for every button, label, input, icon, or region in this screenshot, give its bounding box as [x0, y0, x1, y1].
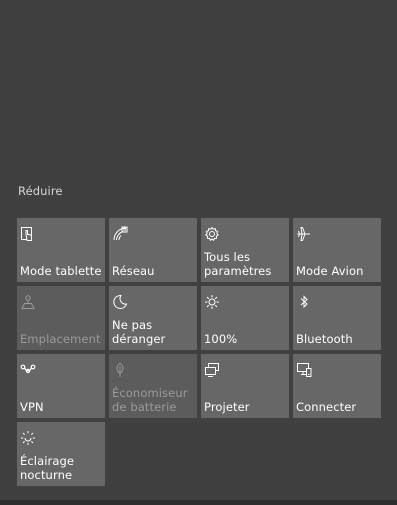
- tile-do-not-disturb[interactable]: Ne pas déranger: [109, 286, 197, 350]
- quick-actions-grid: Mode tablette Réseau Tous les paramètres…: [17, 218, 381, 486]
- brightness-icon: [204, 294, 220, 310]
- tile-connect[interactable]: Connecter: [293, 354, 381, 418]
- airplane-icon: [296, 226, 312, 242]
- tile-label: Réseau: [112, 264, 155, 278]
- tile-label: Tous les paramètres: [204, 250, 272, 278]
- tile-label: Éclairage nocturne: [20, 454, 75, 482]
- network-icon: [112, 226, 128, 242]
- tile-label: Projeter: [204, 400, 250, 414]
- tile-tablet-mode[interactable]: Mode tablette: [17, 218, 105, 282]
- tile-label: Mode Avion: [296, 264, 364, 278]
- tablet-mode-icon: [20, 226, 36, 242]
- location-icon: [20, 294, 36, 310]
- tile-vpn[interactable]: VPN: [17, 354, 105, 418]
- tile-label: Emplacement: [20, 332, 101, 346]
- tile-all-settings[interactable]: Tous les paramètres: [201, 218, 289, 282]
- vpn-icon: [20, 362, 36, 378]
- tile-label: Ne pas déranger: [112, 318, 166, 346]
- tile-network[interactable]: Réseau: [109, 218, 197, 282]
- tile-bluetooth[interactable]: Bluetooth: [293, 286, 381, 350]
- battery-saver-icon: [112, 362, 128, 378]
- bluetooth-icon: [296, 294, 312, 310]
- tile-project[interactable]: Projeter: [201, 354, 289, 418]
- tile-night-light[interactable]: Éclairage nocturne: [17, 422, 105, 486]
- tile-label: Économiseur de batterie: [112, 386, 188, 414]
- connect-icon: [296, 362, 312, 378]
- tile-location[interactable]: Emplacement: [17, 286, 105, 350]
- tile-label: 100%: [204, 332, 238, 346]
- project-icon: [204, 362, 220, 378]
- gear-icon: [204, 226, 220, 242]
- tile-label: Bluetooth: [296, 332, 353, 346]
- collapse-link[interactable]: Réduire: [18, 184, 63, 198]
- tile-label: Connecter: [296, 400, 357, 414]
- moon-icon: [112, 294, 128, 310]
- tile-label: VPN: [20, 400, 44, 414]
- tile-airplane-mode[interactable]: Mode Avion: [293, 218, 381, 282]
- taskbar-edge: [0, 500, 397, 505]
- action-center-panel: Réduire Mode tablette Réseau Tous les pa…: [0, 0, 397, 500]
- night-light-icon: [20, 430, 36, 446]
- tile-label: Mode tablette: [20, 264, 102, 278]
- tile-battery-saver[interactable]: Économiseur de batterie: [109, 354, 197, 418]
- tile-brightness[interactable]: 100%: [201, 286, 289, 350]
